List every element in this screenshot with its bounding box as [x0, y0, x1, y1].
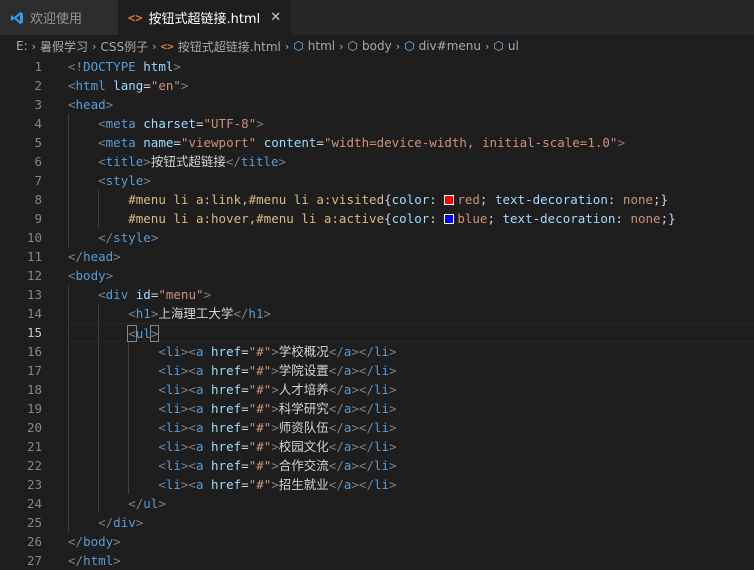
code-line: 19 <li><a href="#">科学研究</a></li>	[26, 399, 397, 418]
chevron-right-icon: ›	[92, 39, 97, 53]
code-editor[interactable]: 1 <!DOCTYPE html> 2 <html lang="en"> 3 <hea…	[0, 57, 754, 570]
breadcrumb-file[interactable]: 按钮式超链接.html	[178, 38, 281, 55]
code-line: 11 </head>	[26, 249, 121, 264]
color-swatch-red[interactable]	[444, 195, 455, 205]
color-swatch-blue[interactable]	[444, 214, 455, 224]
code-line: 10 </style>	[26, 228, 159, 247]
close-icon[interactable]: ✕	[270, 10, 281, 25]
code-line: 5 <meta name="viewport" content="width=d…	[34, 133, 625, 152]
breadcrumb-symbol[interactable]: html	[308, 39, 335, 53]
code-line: 1 <!DOCTYPE html>	[34, 59, 181, 74]
symbol-element-icon: ⬡	[493, 39, 504, 53]
symbol-element-icon: ⬡	[347, 39, 359, 53]
breadcrumb-folder[interactable]: 暑假学习	[40, 38, 88, 55]
chevron-right-icon: ›	[484, 39, 490, 53]
code-line: 17 <li><a href="#">学院设置</a></li>	[26, 361, 397, 380]
tab-bar: 欢迎使用 <> 按钮式超链接.html ✕	[0, 0, 754, 35]
tab-welcome[interactable]: 欢迎使用	[0, 0, 118, 35]
code-line: 3 <head>	[34, 97, 114, 112]
code-line: 7 <style>	[34, 171, 151, 190]
code-line: 14 <h1>上海理工大学</h1>	[26, 304, 272, 323]
breadcrumb-symbol[interactable]: body	[362, 39, 392, 53]
code-line: 8 #menu li a:link,#menu li a:visited{col…	[34, 190, 669, 209]
code-line: 18 <li><a href="#">人才培养</a></li>	[26, 380, 397, 399]
breadcrumb: E: › 暑假学习 › CSS例子 › <> 按钮式超链接.html › ⬡ h…	[0, 35, 754, 57]
tab-active-file[interactable]: <> 按钮式超链接.html ✕	[118, 0, 292, 35]
code-line: 12 <body>	[26, 268, 114, 283]
code-line: 22 <li><a href="#">合作交流</a></li>	[26, 456, 397, 475]
breadcrumb-symbol[interactable]: div#menu	[419, 39, 481, 53]
code-line: 21 <li><a href="#">校园文化</a></li>	[26, 437, 397, 456]
code-line: 26 </body>	[26, 534, 121, 549]
chevron-right-icon: ›	[284, 39, 290, 53]
html-file-icon: <>	[128, 10, 143, 25]
code-line: 24 </ul>	[26, 494, 166, 513]
code-line: 23 <li><a href="#">招生就业</a></li>	[26, 475, 397, 494]
code-line: 6 <title>按钮式超链接</title>	[34, 152, 287, 171]
code-line: 25 </div>	[26, 513, 144, 532]
code-line: 2 <html lang="en">	[34, 78, 189, 93]
tab-label: 按钮式超链接.html	[148, 12, 261, 27]
code-line: 13 <div id="menu">	[26, 285, 212, 304]
breadcrumb-symbol[interactable]: ul	[508, 39, 519, 53]
chevron-right-icon: ›	[152, 39, 157, 53]
chevron-right-icon: ›	[31, 39, 37, 53]
tab-label: 欢迎使用	[30, 12, 83, 27]
breadcrumb-folder[interactable]: CSS例子	[100, 38, 148, 55]
code-line: 4 <meta charset="UTF-8">	[34, 114, 264, 133]
code-line: 20 <li><a href="#">师资队伍</a></li>	[26, 418, 397, 437]
code-line-current: 15 <ul>	[0, 323, 754, 342]
code-line: 27 </html>	[26, 553, 121, 568]
symbol-element-icon: ⬡	[404, 39, 415, 53]
code-line: 9 #menu li a:hover,#menu li a:active{col…	[34, 209, 676, 228]
html-file-icon: <>	[160, 39, 174, 53]
code-line: 16 <li><a href="#">学校概况</a></li>	[26, 342, 397, 361]
vscode-logo-icon	[10, 11, 24, 25]
chevron-right-icon: ›	[395, 39, 401, 53]
symbol-element-icon: ⬡	[293, 39, 304, 53]
breadcrumb-drive[interactable]: E:	[16, 39, 28, 53]
chevron-right-icon: ›	[339, 39, 344, 53]
